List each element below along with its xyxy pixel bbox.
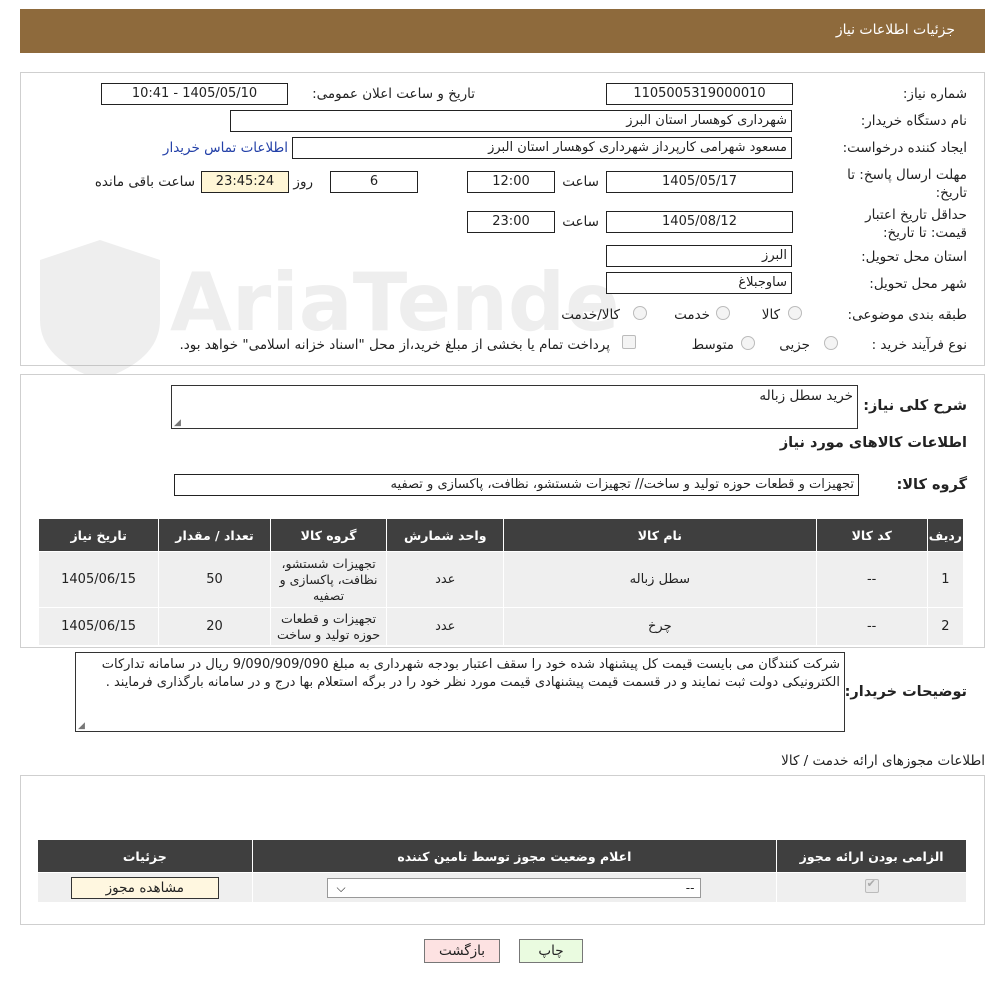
permit-details-cell: مشاهده مجوز [37,872,253,903]
goods-table: ردیف کد کالا نام کالا واحد شمارش گروه کا… [37,518,965,646]
table-row: ✔ ⌵ -- مشاهده مجوز [37,872,967,903]
validity-time-label: ساعت [562,214,599,230]
validity-time-field: 23:00 [467,211,555,233]
resize-grip-icon: ◢ [174,418,181,428]
category-service-label: خدمت [674,307,710,323]
announce-field: 1405/05/10 - 10:41 [101,83,288,105]
deadline-time-label: ساعت [562,174,599,190]
process-minor-label: جزیی [779,337,810,353]
cell-date: 1405/06/15 [37,607,160,646]
deadline-label: مهلت ارسال پاسخ: تا تاریخ: [847,167,967,201]
category-label: طبقه بندی موضوعی: [847,307,967,323]
description-text: خرید سطل زباله [759,388,853,404]
watermark-text: AriaTender.neT [170,256,620,349]
validity-label: حداقل تاریخ اعتبار قیمت: تا تاریخ: [865,207,967,241]
buyer-notes-text: شرکت کنندگان می بایست قیمت کل پیشنهاد شد… [101,657,840,690]
process-label: نوع فرآیند خرید : [871,337,967,353]
print-button[interactable]: چاپ [519,939,583,963]
category-both-label: کالا/خدمت [561,307,620,323]
cell-unit: عدد [386,551,505,608]
permit-status-select[interactable]: ⌵ -- [327,877,702,898]
table-row: 2 -- چرخ عدد تجهیزات و قطعات حوزه تولید … [37,607,965,646]
days-field: 6 [330,171,418,193]
goods-group-label: گروه کالا: [896,477,967,493]
permit-required-checkbox[interactable]: ✔ [864,876,879,893]
col-qty: تعداد / مقدار [158,518,271,552]
cell-row: 1 [926,551,965,608]
cell-group: تجهیزات و قطعات حوزه تولید و ساخت [269,607,388,646]
page-title: جزئیات اطلاعات نیاز [835,22,955,38]
check-icon: ✔ [866,876,876,890]
validity-date-field: 1405/08/12 [606,211,793,233]
cell-group: تجهیزات شستشو، نظافت، پاکسازی و تصفیه [269,551,388,608]
deadline-date-field: 1405/05/17 [606,171,793,193]
process-radio-minor[interactable] [824,336,838,350]
treasury-note: پرداخت تمام یا بخشی از مبلغ خرید،از محل … [179,337,610,353]
creator-field: مسعود شهرامی کارپرداز شهرداری کوهسار است… [292,137,792,159]
category-goods-label: کالا [761,307,780,323]
need-number-field: 1105005319000010 [606,83,793,105]
buyer-org-label: نام دستگاه خریدار: [860,113,967,129]
category-radio-goods[interactable] [788,306,802,320]
process-radio-medium[interactable] [741,336,755,350]
col-name: نام کالا [503,518,817,552]
deadline-time-field: 12:00 [467,171,555,193]
permit-status-cell: ⌵ -- [251,872,778,903]
province-label: استان محل تحویل: [861,249,967,265]
category-radio-both[interactable] [633,306,647,320]
buyer-notes-label: توضیحات خریدار: [844,684,967,700]
view-permit-button[interactable]: مشاهده مجوز [70,876,219,899]
cell-qty: 50 [158,551,271,608]
province-field: البرز [606,245,792,267]
cell-row: 2 [926,607,965,646]
remaining-label: ساعت باقی مانده [94,174,195,190]
page-header: جزئیات اطلاعات نیاز [20,9,985,53]
chevron-down-icon: ⌵ [336,880,346,895]
process-medium-label: متوسط [691,337,734,353]
col-code: کد کالا [815,518,928,552]
col-unit: واحد شمارش [386,518,505,552]
buyer-notes-textarea[interactable]: شرکت کنندگان می بایست قیمت کل پیشنهاد شد… [75,652,845,732]
buyer-contact-link[interactable]: اطلاعات تماس خریدار [163,140,288,156]
col-permit-details: جزئیات [37,839,253,873]
remaining-time-field: 23:45:24 [201,171,289,193]
buyer-org-field: شهرداری کوهسار استان البرز [230,110,792,132]
announce-label: تاریخ و ساعت اعلان عمومی: [312,86,475,102]
permit-required-cell: ✔ [776,872,967,903]
need-number-label: شماره نیاز: [902,86,967,102]
col-group: گروه کالا [269,518,388,552]
resize-grip-icon: ◢ [78,721,85,731]
cell-date: 1405/06/15 [37,551,160,608]
city-label: شهر محل تحویل: [869,276,967,292]
creator-label: ایجاد کننده درخواست: [842,140,967,156]
watermark-logo: AriaTender.neT [40,240,620,380]
cell-unit: عدد [386,607,505,646]
goods-table-header: ردیف کد کالا نام کالا واحد شمارش گروه کا… [37,518,965,552]
col-date: تاریخ نیاز [37,518,160,552]
col-permit-status: اعلام وضعیت مجوز توسط تامین کننده [251,839,778,873]
table-row: 1 -- سطل زباله عدد تجهیزات شستشو، نظافت،… [37,551,965,608]
cell-code: -- [815,551,928,608]
cell-qty: 20 [158,607,271,646]
treasury-checkbox[interactable] [622,335,636,349]
description-label: شرح کلی نیاز: [863,398,967,414]
back-button[interactable]: بازگشت [424,939,500,963]
city-field: ساوجبلاغ [606,272,792,294]
col-permit-required: الزامی بودن ارائه مجوز [776,839,967,873]
cell-code: -- [815,607,928,646]
permits-table: الزامی بودن ارائه مجوز اعلام وضعیت مجوز … [37,839,967,903]
permits-table-header: الزامی بودن ارائه مجوز اعلام وضعیت مجوز … [37,839,967,873]
permit-status-value: -- [685,880,695,895]
goods-group-field: تجهیزات و قطعات حوزه تولید و ساخت// تجهی… [174,474,859,496]
col-row: ردیف [926,518,965,552]
goods-info-title: اطلاعات کالاهای مورد نیاز [779,435,967,451]
description-textarea[interactable]: خرید سطل زباله ◢ [171,385,858,429]
category-radio-service[interactable] [716,306,730,320]
cell-name: سطل زباله [503,551,817,608]
permits-title: اطلاعات مجوزهای ارائه خدمت / کالا [781,753,985,769]
cell-name: چرخ [503,607,817,646]
